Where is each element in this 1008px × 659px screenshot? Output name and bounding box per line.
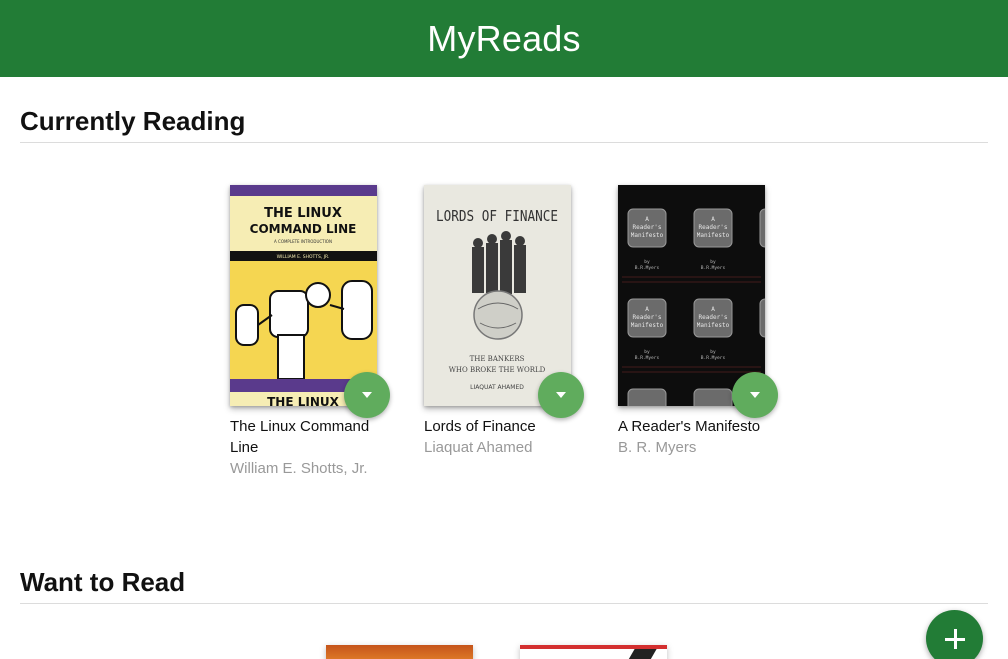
cover-text: Manifesto bbox=[697, 232, 730, 239]
book-title: Lords of Finance bbox=[424, 418, 536, 435]
cover-text: A bbox=[711, 306, 715, 313]
cover-text: by bbox=[644, 259, 650, 265]
finance-cover: LORDS OF FINANCE THE BANKERS WHO BROKE T… bbox=[424, 185, 571, 406]
plus-icon bbox=[944, 628, 965, 649]
cover-text: Reader's bbox=[699, 314, 728, 321]
cover-text: WILLIAM E. SHOTTS, JR. bbox=[277, 254, 330, 260]
cover-text: Reader's bbox=[633, 224, 662, 231]
book-item: A Reader's Manifesto A Reader's Manifest… bbox=[618, 185, 778, 458]
cover-text: Manifesto bbox=[631, 322, 664, 329]
cover-text: B.R.Myers bbox=[701, 265, 726, 271]
cover-text: by bbox=[644, 349, 650, 355]
cover-text: A bbox=[711, 216, 715, 223]
cover-text: by bbox=[710, 259, 716, 265]
cover-text: WHO BROKE THE WORLD bbox=[449, 366, 546, 374]
cover-text: THE LINUX bbox=[267, 395, 340, 406]
book-cover[interactable] bbox=[326, 645, 473, 659]
book-item: LORDS OF FINANCE THE BANKERS WHO BROKE T… bbox=[424, 185, 584, 458]
cover-text: Reader's bbox=[699, 224, 728, 231]
cover-text: LIAQUAT AHAMED bbox=[470, 384, 524, 391]
chevron-down-icon bbox=[750, 392, 760, 398]
cover-art bbox=[625, 649, 657, 659]
chevron-down-icon bbox=[556, 392, 566, 398]
cover-text: Manifesto bbox=[631, 232, 664, 239]
shelf-want-to-read: Want to Read bbox=[20, 563, 988, 604]
book-cover[interactable] bbox=[520, 645, 667, 659]
cover-text: A bbox=[645, 306, 649, 313]
cover-text: B.R.Myers bbox=[635, 265, 660, 271]
shelf-title: Currently Reading bbox=[20, 102, 988, 143]
book-authors: Liaquat Ahamed bbox=[424, 439, 533, 456]
cover-text: LORDS OF FINANCE bbox=[436, 207, 558, 225]
book-cover[interactable]: THE LINUX COMMAND LINE A COMPLETE INTROD… bbox=[230, 185, 377, 406]
app-title: MyReads bbox=[427, 17, 581, 59]
shelf-changer-button[interactable] bbox=[732, 372, 778, 418]
shelf-changer-button[interactable] bbox=[538, 372, 584, 418]
chevron-down-icon bbox=[362, 392, 372, 398]
book-cover[interactable]: LORDS OF FINANCE THE BANKERS WHO BROKE T… bbox=[424, 185, 571, 406]
linux-cover: THE LINUX COMMAND LINE A COMPLETE INTROD… bbox=[230, 185, 377, 406]
cover-text: THE LINUX bbox=[264, 206, 342, 221]
cover-text: THE BANKERS bbox=[470, 355, 525, 363]
cover-text: A COMPLETE INTRODUCTION bbox=[274, 239, 332, 244]
book-title: The Linux Command Line bbox=[230, 418, 370, 456]
add-book-button[interactable] bbox=[926, 610, 983, 659]
cover-text: B.R.Myers bbox=[635, 355, 660, 361]
cover-text: B.R.Myers bbox=[701, 355, 726, 361]
cover-text: by bbox=[710, 349, 716, 355]
shelf-currently-reading: Currently Reading THE LINUX COMMAND LINE… bbox=[20, 102, 988, 477]
book-authors: William E. Shotts, Jr. bbox=[230, 460, 368, 477]
cover-text: COMMAND LINE bbox=[250, 222, 357, 236]
shelf-changer-button[interactable] bbox=[344, 372, 390, 418]
app-header: MyReads bbox=[0, 0, 1008, 77]
shelf-title: Want to Read bbox=[20, 563, 988, 604]
cover-text: A bbox=[645, 216, 649, 223]
cover-text: Manifesto bbox=[697, 322, 730, 329]
book-title: A Reader's Manifesto bbox=[618, 418, 761, 435]
book-cover[interactable]: A Reader's Manifesto A Reader's Manifest… bbox=[618, 185, 765, 406]
book-authors: B. R. Myers bbox=[618, 439, 697, 456]
cover-text: Reader's bbox=[633, 314, 662, 321]
manifesto-cover: A Reader's Manifesto A Reader's Manifest… bbox=[618, 185, 765, 406]
book-item: THE LINUX COMMAND LINE A COMPLETE INTROD… bbox=[230, 185, 390, 479]
